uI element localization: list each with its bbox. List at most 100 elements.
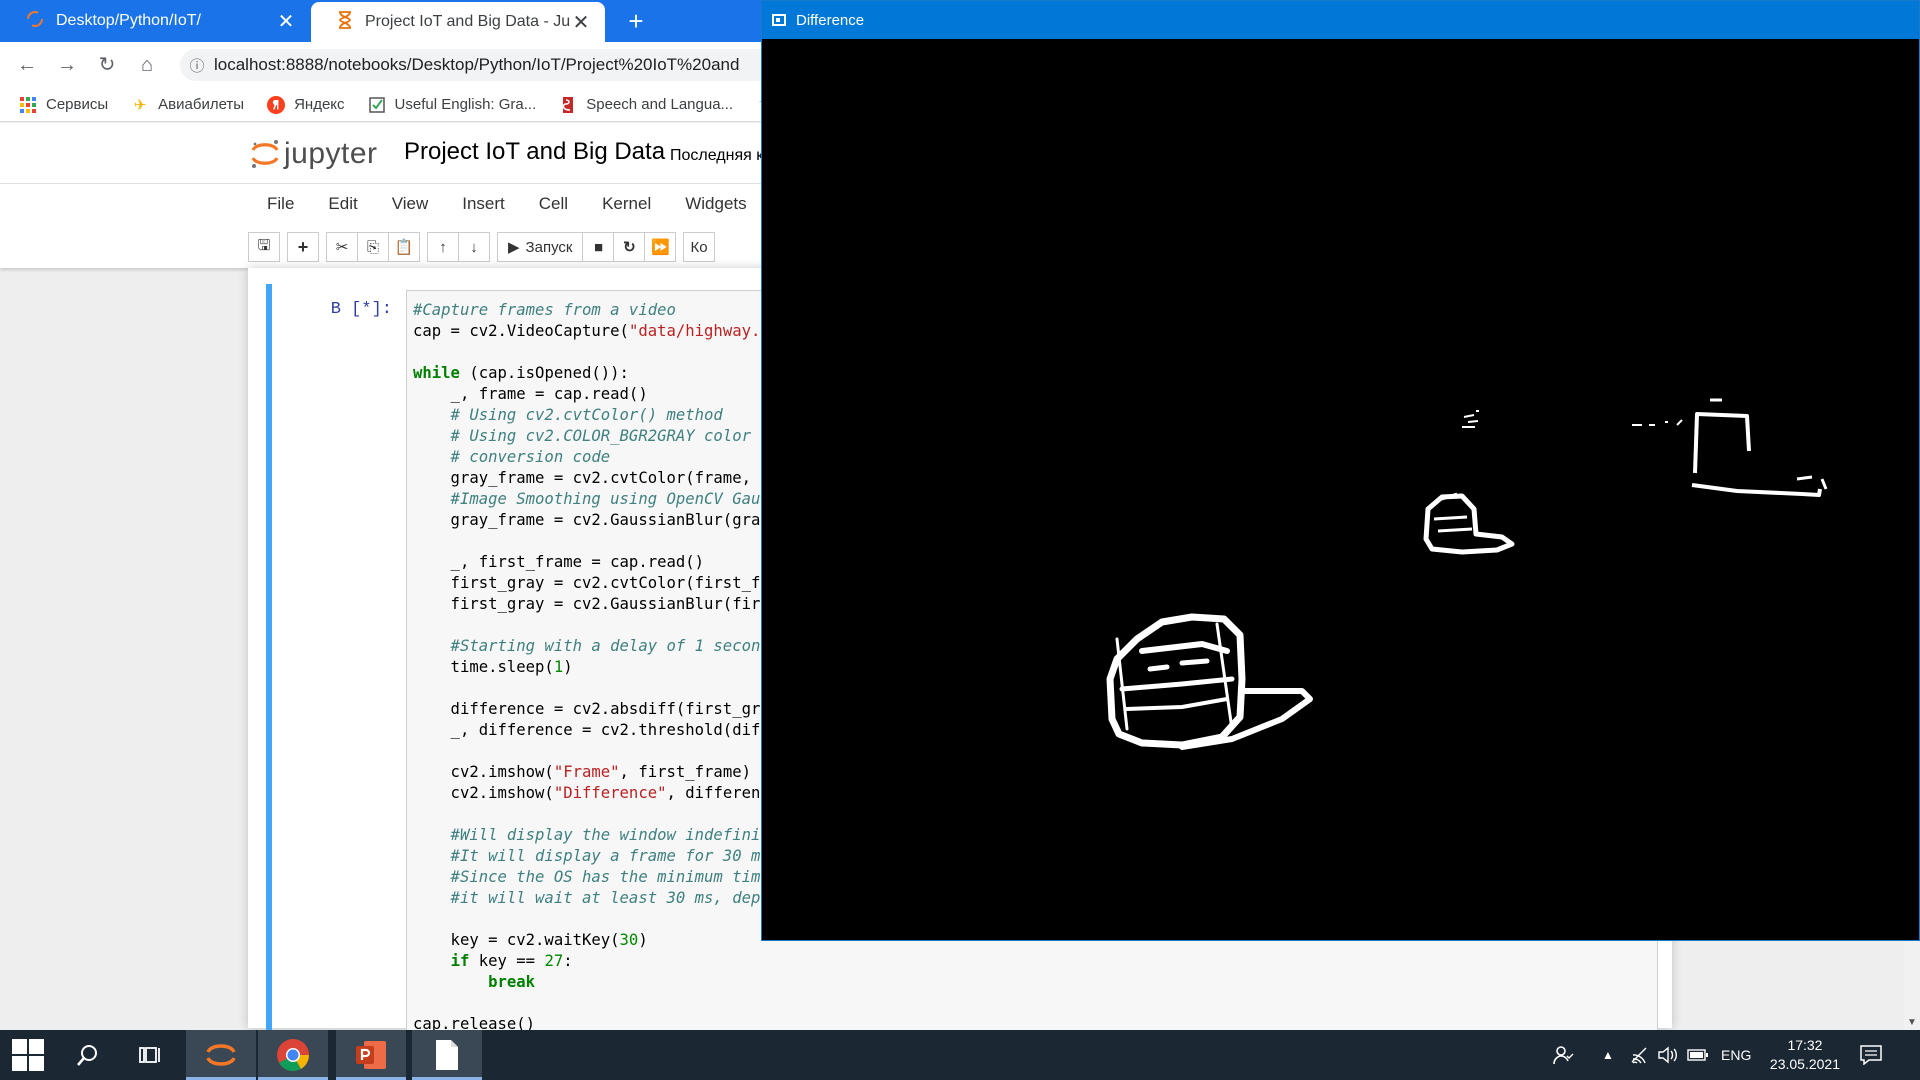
code-line[interactable]: cv2.imshow("Difference", differen (413, 783, 761, 804)
notebook-title[interactable]: Project IoT and Big Data (404, 138, 665, 166)
restart-button[interactable]: ↻ (613, 232, 646, 262)
code-line[interactable]: #Image Smoothing using OpenCV Gau (413, 489, 761, 510)
cut-button[interactable]: ✂ (326, 232, 358, 262)
restart-run-all-button[interactable]: ⏩ (644, 232, 677, 262)
code-line[interactable]: #Since the OS has the minimum tim (413, 867, 761, 888)
code-token: ) (638, 931, 648, 949)
move-down-button[interactable]: ↓ (458, 232, 490, 262)
search-button[interactable] (60, 1030, 116, 1080)
code-line[interactable]: #it will wait at least 30 ms, dep (413, 888, 761, 909)
code-line[interactable]: first_gray = cv2.GaussianBlur(fir (413, 594, 761, 615)
menu-edit[interactable]: Edit (311, 194, 374, 214)
notifications-icon[interactable] (1860, 1030, 1882, 1080)
language-indicator[interactable]: ENG (1721, 1030, 1751, 1080)
menu-insert[interactable]: Insert (445, 194, 522, 214)
code-line[interactable]: #Capture frames from a video (413, 300, 760, 321)
battery-icon[interactable] (1687, 1030, 1709, 1080)
close-icon[interactable]: ✕ (571, 10, 591, 35)
paste-button[interactable]: 📋 (388, 232, 420, 262)
code-line[interactable]: time.sleep(1) (413, 657, 760, 678)
code-line[interactable]: difference = cv2.absdiff(first_gr (413, 699, 761, 720)
code-line[interactable] (413, 993, 760, 1014)
taskbar-jupyter[interactable] (186, 1030, 256, 1080)
insert-cell-button[interactable]: + (287, 232, 319, 262)
code-line[interactable]: # Using cv2.COLOR_BGR2GRAY color (413, 426, 760, 447)
code-line[interactable] (413, 531, 760, 552)
menu-cell[interactable]: Cell (522, 194, 585, 214)
move-up-button[interactable]: ↑ (427, 232, 459, 262)
window-titlebar[interactable]: Difference (762, 1, 1919, 39)
bookmark-flights[interactable]: ✈ Авиабилеты (130, 95, 244, 115)
bookmark-useful-english[interactable]: Useful English: Gra... (367, 95, 536, 115)
menu-kernel[interactable]: Kernel (585, 194, 668, 214)
run-button[interactable]: ▶ Запуск (497, 232, 584, 262)
code-line[interactable]: gray_frame = cv2.cvtColor(frame, (413, 468, 760, 489)
code-line[interactable]: break (413, 972, 760, 993)
cell-prompt: В [*]: (330, 300, 392, 319)
reload-icon[interactable]: ↻ (94, 52, 120, 78)
code-line[interactable]: # Using cv2.cvtColor() method (413, 405, 760, 426)
code-line[interactable]: #It will display a frame for 30 m (413, 846, 761, 867)
new-tab-button[interactable]: + (622, 8, 650, 36)
code-line[interactable] (413, 678, 760, 699)
checkpoint-status: Последняя к (670, 147, 764, 164)
code-line[interactable]: gray_frame = cv2.GaussianBlur(gra (413, 510, 761, 531)
task-view-button[interactable] (122, 1030, 178, 1080)
code-line[interactable]: # conversion code (413, 447, 760, 468)
code-line[interactable]: key = cv2.waitKey(30) (413, 930, 760, 951)
network-icon[interactable] (1630, 1030, 1650, 1080)
code-line[interactable]: _, difference = cv2.threshold(dif (413, 720, 761, 741)
code-token: _, difference = cv2.threshold(dif (413, 721, 761, 739)
code-line[interactable] (413, 909, 760, 930)
back-arrow-icon[interactable]: ← (14, 52, 40, 78)
difference-window[interactable]: Difference (761, 0, 1920, 941)
info-icon[interactable]: ⓘ (180, 55, 214, 76)
start-button[interactable] (0, 1030, 56, 1080)
yandex-icon (266, 95, 286, 115)
copy-button[interactable]: ⎘ (357, 232, 389, 262)
tray-overflow-chevron-icon[interactable]: ▲ (1602, 1030, 1614, 1080)
code-line[interactable] (413, 741, 760, 762)
taskbar-chrome[interactable] (258, 1030, 328, 1080)
code-token: _, first_frame = cap.read() (413, 553, 705, 571)
scroll-down-icon[interactable]: ▼ (1907, 1017, 1917, 1028)
code-token: #Capture frames from a video (413, 301, 676, 319)
code-line[interactable]: cap = cv2.VideoCapture("data/highway. (413, 321, 760, 342)
code-line[interactable]: _, first_frame = cap.read() (413, 552, 760, 573)
code-line[interactable]: while (cap.isOpened()): (413, 363, 760, 384)
tab-project-iot[interactable]: Project IoT and Big Data - Jupyte ✕ (311, 2, 605, 42)
interrupt-button[interactable]: ■ (582, 232, 615, 262)
tab-desktop-python-iot[interactable]: Desktop/Python/IoT/ ✕ (0, 0, 310, 42)
forward-arrow-icon[interactable]: → (54, 52, 80, 78)
cell-type-select[interactable]: Ко (683, 232, 716, 262)
clock[interactable]: 17:32 23.05.2021 (1770, 1036, 1840, 1074)
code-line[interactable]: _, frame = cap.read() (413, 384, 760, 405)
close-icon[interactable]: ✕ (276, 9, 296, 34)
save-button[interactable]: 🖫 (248, 232, 280, 262)
jupyter-logo[interactable]: jupyter (250, 137, 378, 171)
code-line[interactable]: if key == 27: (413, 951, 760, 972)
code-token: cv2.imshow( (413, 763, 554, 781)
code-token: gray_frame = cv2.GaussianBlur(gra (413, 511, 761, 529)
menu-view[interactable]: View (375, 194, 446, 214)
code-line[interactable]: first_gray = cv2.cvtColor(first_f (413, 573, 761, 594)
menu-file[interactable]: File (250, 194, 311, 214)
code-line[interactable] (413, 342, 760, 363)
code-line[interactable]: #Starting with a delay of 1 secon (413, 636, 761, 657)
taskbar-powerpoint[interactable] (336, 1030, 406, 1080)
taskbar-opencv-window[interactable] (412, 1030, 482, 1080)
menu-widgets[interactable]: Widgets (668, 194, 763, 214)
code-token: , differen (666, 784, 761, 802)
code-line[interactable]: cv2.imshow("Frame", first_frame) (413, 762, 760, 783)
volume-icon[interactable] (1657, 1030, 1679, 1080)
home-icon[interactable]: ⌂ (134, 52, 160, 78)
people-icon[interactable] (1552, 1030, 1574, 1080)
code-line[interactable] (413, 804, 760, 825)
jupyter-logo-icon (251, 140, 279, 168)
code-content[interactable]: #Capture frames from a video cap = cv2.Vi… (413, 300, 760, 1035)
bookmark-speech-language[interactable]: Speech and Langua... (558, 95, 733, 115)
code-line[interactable] (413, 615, 760, 636)
bookmark-services[interactable]: Сервисы (18, 95, 108, 115)
code-line[interactable]: #Will display the window indefini (413, 825, 761, 846)
bookmark-yandex[interactable]: Яндекс (266, 95, 345, 115)
